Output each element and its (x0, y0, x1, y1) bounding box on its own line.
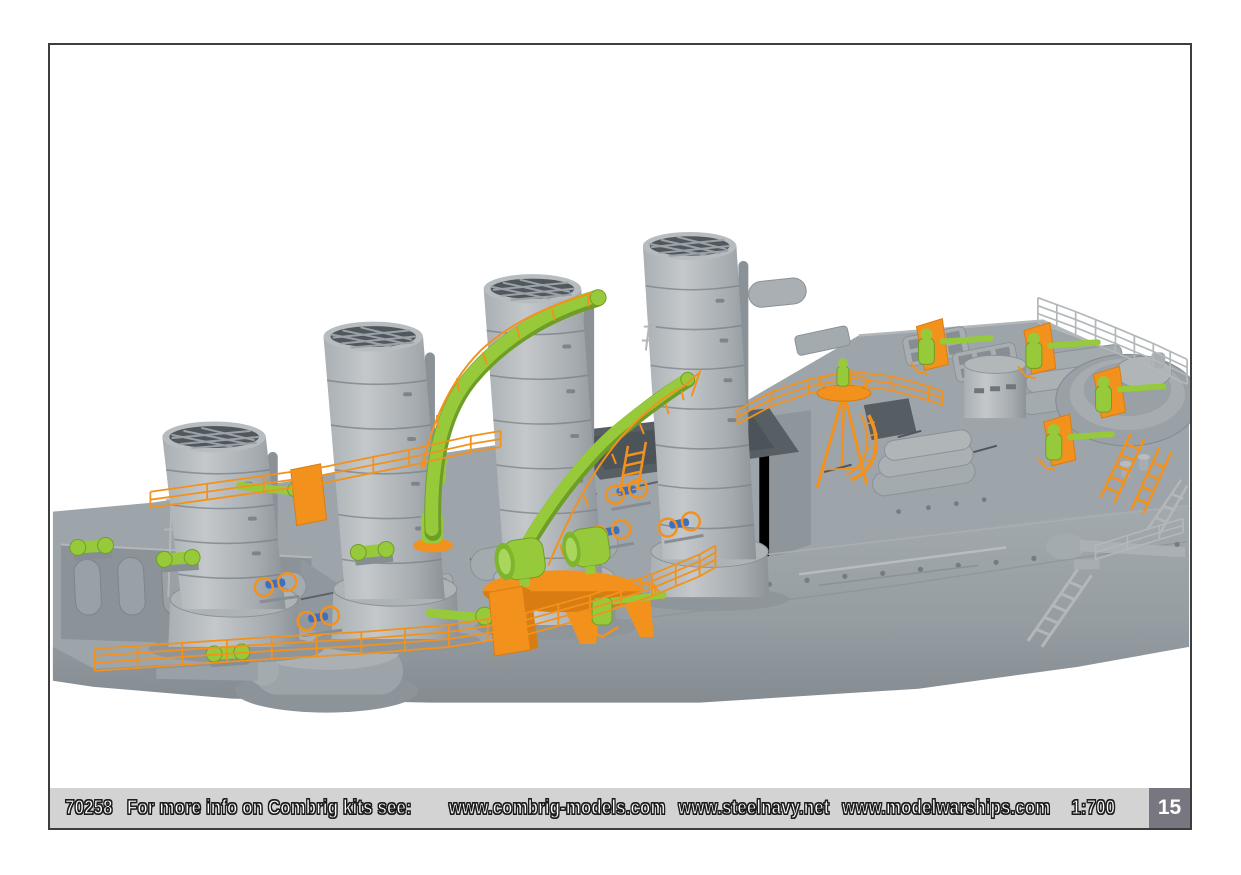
winch (156, 549, 201, 573)
link-modelwarships: www.modelwarships.com (842, 797, 1050, 820)
page-number-badge: 15 (1149, 788, 1190, 828)
winch (69, 537, 114, 561)
scale-label: 1:700 (1071, 797, 1115, 820)
ship-render-3d (50, 45, 1190, 828)
footer-bar: 70258 For more info on Combrig kits see:… (50, 788, 1190, 828)
link-steelnavy: www.steelnavy.net (678, 797, 829, 820)
conning-tower (964, 355, 1026, 418)
link-combrig-models: www.combrig-models.com (449, 797, 666, 820)
footer-info-line: 70258 For more info on Combrig kits see:… (50, 797, 1115, 820)
kit-number: 70258 (65, 797, 113, 820)
footer-info-label: For more info on Combrig kits see: (127, 797, 412, 820)
page-frame: 70258 For more info on Combrig kits see:… (48, 43, 1192, 830)
